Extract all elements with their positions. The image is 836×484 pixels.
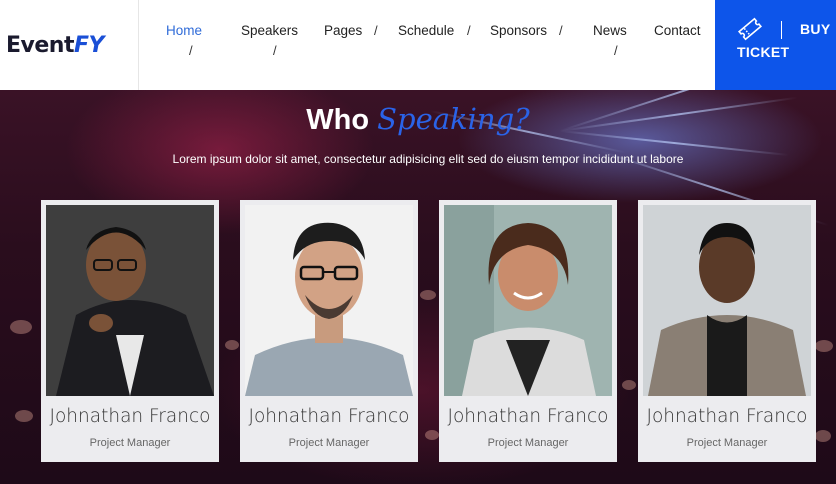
nav-item-news[interactable]: News — [593, 23, 627, 38]
nav-separator: / — [374, 23, 378, 38]
nav-separator: / — [467, 23, 471, 38]
speaker-name[interactable]: Johnathan Franco — [439, 406, 617, 427]
section-title: Who Speaking? — [0, 102, 836, 137]
speaker-card[interactable]: Johnathan Franco Project Manager — [439, 200, 617, 462]
ticket-icon — [737, 16, 763, 47]
nav-item-schedule[interactable]: Schedule — [398, 23, 454, 38]
nav-item-speakers[interactable]: Speakers — [241, 23, 298, 38]
speaker-photo — [245, 205, 413, 396]
speaker-role: Project Manager — [288, 437, 370, 449]
logo-text-part2: FY — [73, 32, 104, 58]
logo[interactable]: Event FY — [0, 0, 139, 90]
section-title-main: Who — [306, 104, 370, 136]
section-subtitle: Lorem ipsum dolor sit amet, consectetur … — [172, 152, 684, 166]
ticket-label: TICKET — [737, 44, 790, 60]
nav-separator: / — [559, 23, 563, 38]
main-nav: Home / Speakers / Pages / Schedule / Spo… — [139, 0, 715, 90]
nav-item-sponsors[interactable]: Sponsors — [490, 23, 547, 38]
speaker-role: Project Manager — [89, 437, 171, 449]
nav-separator: / — [273, 43, 277, 58]
speaker-role: Project Manager — [487, 437, 569, 449]
speaker-card[interactable]: Johnathan Franco Project Manager — [41, 200, 219, 462]
speaker-photo — [643, 205, 811, 396]
logo-text-part1: Event — [6, 32, 74, 58]
nav-separator: / — [189, 43, 193, 58]
speaker-card[interactable]: Johnathan Franco Project Manager — [638, 200, 816, 462]
ticket-divider — [781, 21, 782, 39]
speaker-photo — [46, 205, 214, 396]
speakers-section: Who Speaking? Lorem ipsum dolor sit amet… — [0, 90, 836, 484]
speaker-role: Project Manager — [686, 437, 768, 449]
speaker-card[interactable]: Johnathan Franco Project Manager — [240, 200, 418, 462]
buy-ticket-button[interactable]: BUY TICKET — [715, 0, 836, 90]
speaker-name[interactable]: Johnathan Franco — [41, 406, 219, 427]
section-title-accent: Speaking? — [377, 102, 530, 136]
ticket-buy-label: BUY — [800, 21, 831, 37]
site-header: Event FY Home / Speakers / Pages / Schedu… — [0, 0, 836, 90]
nav-item-home[interactable]: Home — [166, 23, 202, 38]
speaker-name[interactable]: Johnathan Franco — [240, 406, 418, 427]
nav-item-pages[interactable]: Pages — [324, 23, 362, 38]
nav-separator: / — [614, 43, 618, 58]
speaker-name[interactable]: Johnathan Franco — [638, 406, 816, 427]
nav-item-contact[interactable]: Contact — [654, 23, 701, 38]
speaker-photo — [444, 205, 612, 396]
